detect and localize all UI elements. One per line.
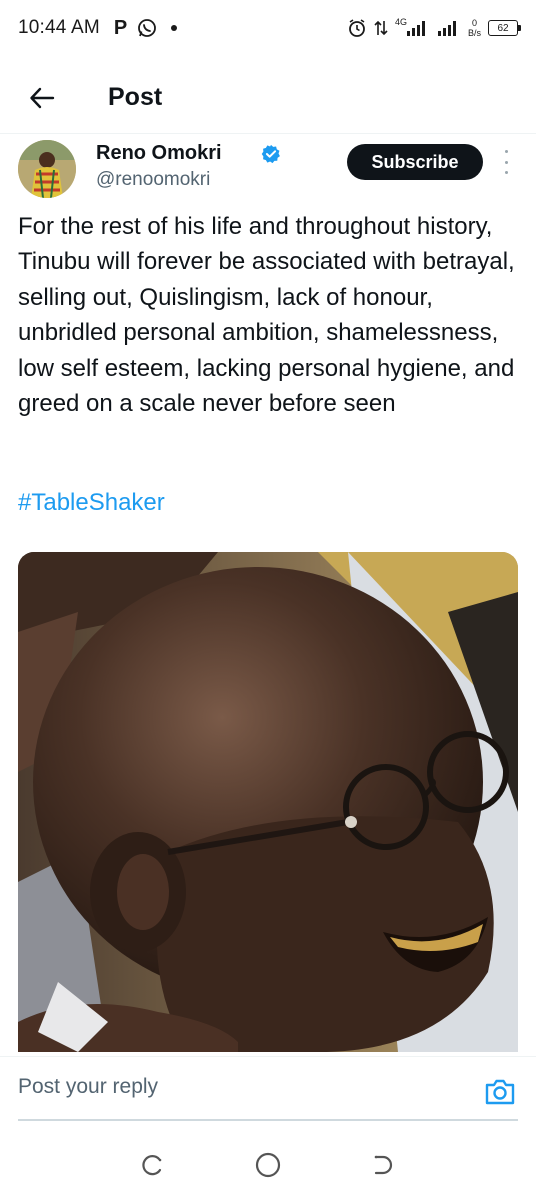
status-system-icons: 4G 0 B/s 62 bbox=[347, 16, 521, 38]
signal-icon bbox=[406, 21, 425, 36]
data-speed-unit: B/s bbox=[467, 28, 481, 38]
recents-icon bbox=[142, 1155, 162, 1176]
alarm-icon bbox=[349, 19, 365, 37]
battery-level: 62 bbox=[497, 22, 509, 34]
data-transfer-icon bbox=[374, 20, 388, 36]
post-text: For the rest of his life and throughout … bbox=[18, 213, 515, 418]
network-type-label: 4G bbox=[394, 16, 407, 27]
dot-icon bbox=[171, 25, 178, 31]
back-nav-icon bbox=[374, 1155, 392, 1175]
post-photo bbox=[18, 552, 518, 1052]
recents-button[interactable] bbox=[138, 1150, 168, 1180]
post-image[interactable] bbox=[18, 552, 518, 1052]
data-speed: 0 B/s bbox=[468, 18, 481, 38]
top-header: Post bbox=[0, 62, 536, 134]
subscribe-button[interactable]: Subscribe bbox=[347, 144, 483, 180]
reply-divider bbox=[18, 1119, 518, 1121]
p-app-icon: P bbox=[113, 16, 128, 39]
post-author-row: Reno Omokri @renoomokri Subscribe bbox=[18, 138, 518, 202]
camera-icon[interactable] bbox=[484, 1077, 516, 1107]
home-button[interactable] bbox=[253, 1150, 283, 1180]
back-nav-button[interactable] bbox=[368, 1150, 398, 1180]
status-bar: 10:44 AM P 4G 0 B/s 62 bbox=[0, 0, 536, 56]
status-time: 10:44 AM bbox=[18, 17, 100, 38]
data-speed-value: 0 bbox=[471, 18, 477, 28]
verified-badge-icon bbox=[261, 144, 280, 164]
author-name[interactable]: Reno Omokri bbox=[96, 142, 222, 165]
back-button[interactable] bbox=[20, 76, 64, 120]
reply-bar: Post your reply bbox=[0, 1056, 536, 1126]
battery-icon: 62 bbox=[488, 20, 521, 36]
signal-icon-2 bbox=[437, 21, 456, 36]
hashtag-link[interactable]: #TableShaker bbox=[18, 489, 165, 517]
more-options-icon[interactable] bbox=[502, 150, 510, 174]
page-title: Post bbox=[108, 83, 163, 111]
reply-input[interactable]: Post your reply bbox=[18, 1075, 458, 1107]
status-notification-icons: P bbox=[113, 16, 178, 40]
author-handle[interactable]: @renoomokri bbox=[96, 169, 210, 191]
avatar-image bbox=[18, 140, 76, 198]
home-circle-icon bbox=[255, 1152, 281, 1178]
system-nav-bar bbox=[0, 1130, 536, 1200]
avatar[interactable] bbox=[18, 140, 76, 198]
whatsapp-icon bbox=[138, 19, 157, 37]
back-arrow-icon bbox=[30, 87, 55, 108]
